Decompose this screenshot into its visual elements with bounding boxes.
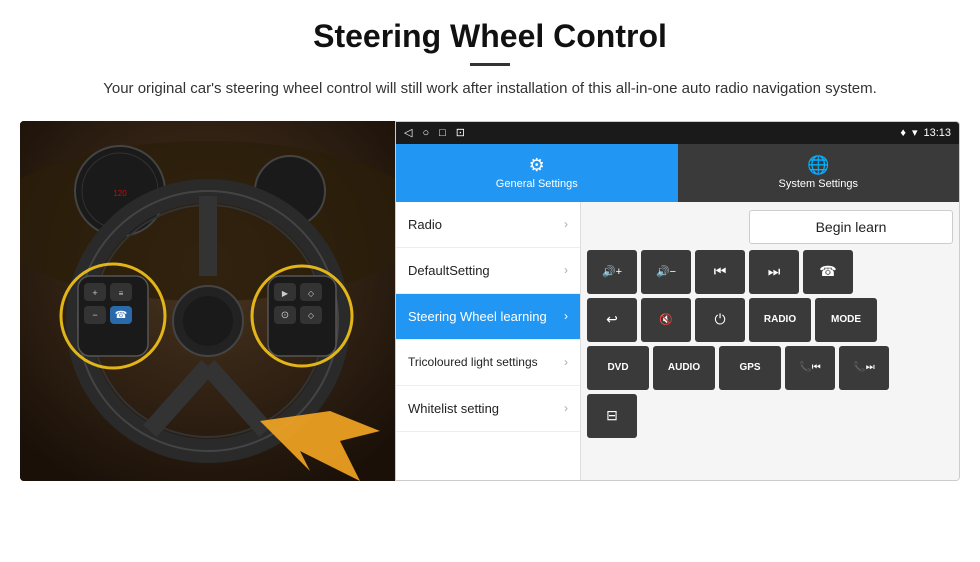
header-section: Steering Wheel Control Your original car… bbox=[0, 0, 980, 111]
prev-track-icon: ⏮ bbox=[714, 263, 727, 280]
globe-icon: 🌐 bbox=[807, 155, 829, 176]
begin-learn-row: Begin learn bbox=[587, 208, 953, 246]
vol-up-button[interactable]: 🔊+ bbox=[587, 250, 637, 294]
gps-label: GPS bbox=[739, 362, 760, 373]
wifi-icon: ▾ bbox=[912, 126, 918, 139]
tab-general-label: General Settings bbox=[496, 178, 578, 190]
menu-list: Radio › DefaultSetting › Steering Wheel … bbox=[396, 202, 581, 480]
menu-item-default-label: DefaultSetting bbox=[408, 263, 490, 278]
next-track-icon: ⏭ bbox=[768, 263, 781, 280]
gear-icon: ⚙ bbox=[529, 155, 545, 176]
tab-general[interactable]: ⚙ General Settings bbox=[396, 144, 678, 202]
svg-text:≡: ≡ bbox=[119, 289, 124, 298]
hook-button[interactable]: ↩ bbox=[587, 298, 637, 342]
svg-text:120: 120 bbox=[113, 189, 127, 198]
svg-text:+: + bbox=[92, 288, 97, 298]
menu-item-tricoloured-label: Tricoloured light settings bbox=[408, 355, 538, 369]
chevron-icon: › bbox=[564, 309, 568, 323]
mode-label: MODE bbox=[831, 314, 861, 325]
ctrl-row-2: ↩ 🔇 ⏻ RADIO MODE bbox=[587, 298, 953, 342]
menu-item-steering-label: Steering Wheel learning bbox=[408, 309, 547, 324]
power-button[interactable]: ⏻ bbox=[695, 298, 745, 342]
svg-text:◇: ◇ bbox=[308, 311, 315, 320]
menu-item-whitelist[interactable]: Whitelist setting › bbox=[396, 386, 580, 432]
mode-button[interactable]: MODE bbox=[815, 298, 877, 342]
phone-prev-icon: 📞⏮ bbox=[799, 362, 820, 373]
title-divider bbox=[470, 63, 510, 66]
recents-icon[interactable]: □ bbox=[439, 127, 446, 139]
gps-button[interactable]: GPS bbox=[719, 346, 781, 390]
phone-prev-button[interactable]: 📞⏮ bbox=[785, 346, 835, 390]
vol-up-icon: 🔊+ bbox=[602, 265, 622, 278]
radio-button[interactable]: RADIO bbox=[749, 298, 811, 342]
scan-icon: ⊟ bbox=[606, 407, 618, 424]
audio-label: AUDIO bbox=[668, 362, 700, 373]
scan-button[interactable]: ⊟ bbox=[587, 394, 637, 438]
nav-icons: ◁ ○ □ ⊡ bbox=[404, 126, 465, 139]
page-title: Steering Wheel Control bbox=[40, 18, 940, 55]
next-track-button[interactable]: ⏭ bbox=[749, 250, 799, 294]
mute-icon: 🔇 bbox=[659, 313, 673, 326]
menu-item-radio[interactable]: Radio › bbox=[396, 202, 580, 248]
hook-icon: ↩ bbox=[606, 311, 618, 328]
svg-text:⊙: ⊙ bbox=[281, 310, 289, 321]
vol-down-button[interactable]: 🔊− bbox=[641, 250, 691, 294]
ctrl-row-4: ⊟ bbox=[587, 394, 953, 438]
phone-button[interactable]: ☎ bbox=[803, 250, 853, 294]
menu-icon[interactable]: ⊡ bbox=[456, 126, 465, 139]
mute-button[interactable]: 🔇 bbox=[641, 298, 691, 342]
time-display: 13:13 bbox=[923, 127, 951, 139]
android-panel: ◁ ○ □ ⊡ ♦ ▾ 13:13 ⚙ General Settings bbox=[395, 121, 960, 481]
page-wrapper: Steering Wheel Control Your original car… bbox=[0, 0, 980, 481]
back-icon[interactable]: ◁ bbox=[404, 126, 412, 139]
vol-down-icon: 🔊− bbox=[656, 265, 676, 278]
phone-next-icon: 📞⏭ bbox=[853, 362, 874, 373]
menu-item-tricoloured[interactable]: Tricoloured light settings › bbox=[396, 340, 580, 386]
phone-icon: ☎ bbox=[819, 263, 836, 280]
ctrl-row-1: 🔊+ 🔊− ⏮ ⏭ ☎ bbox=[587, 250, 953, 294]
settings-tabs: ⚙ General Settings 🌐 System Settings bbox=[396, 144, 959, 202]
prev-track-button[interactable]: ⏮ bbox=[695, 250, 745, 294]
ctrl-row-3: DVD AUDIO GPS 📞⏮ 📞⏭ bbox=[587, 346, 953, 390]
spacer bbox=[587, 208, 745, 246]
svg-text:☎: ☎ bbox=[115, 310, 127, 321]
content-area: 120 + ≡ − bbox=[20, 121, 960, 481]
status-bar: ◁ ○ □ ⊡ ♦ ▾ 13:13 bbox=[396, 122, 959, 144]
button-area: Begin learn 🔊+ 🔊− ⏮ bbox=[581, 202, 959, 480]
menu-item-whitelist-label: Whitelist setting bbox=[408, 401, 499, 416]
tab-system-label: System Settings bbox=[779, 178, 858, 190]
menu-item-default[interactable]: DefaultSetting › bbox=[396, 248, 580, 294]
audio-button[interactable]: AUDIO bbox=[653, 346, 715, 390]
power-icon: ⏻ bbox=[714, 311, 725, 328]
svg-text:−: − bbox=[92, 310, 97, 320]
main-area: Radio › DefaultSetting › Steering Wheel … bbox=[396, 202, 959, 480]
tab-system[interactable]: 🌐 System Settings bbox=[678, 144, 960, 202]
chevron-icon: › bbox=[564, 217, 568, 231]
home-icon[interactable]: ○ bbox=[422, 127, 429, 139]
menu-item-radio-label: Radio bbox=[408, 217, 442, 232]
radio-label: RADIO bbox=[764, 314, 796, 325]
status-right: ♦ ▾ 13:13 bbox=[900, 126, 951, 139]
steering-wheel-image: 120 + ≡ − bbox=[20, 121, 395, 481]
menu-item-steering[interactable]: Steering Wheel learning › bbox=[396, 294, 580, 340]
header-subtitle: Your original car's steering wheel contr… bbox=[40, 78, 940, 101]
chevron-icon: › bbox=[564, 401, 568, 415]
begin-learn-button[interactable]: Begin learn bbox=[749, 210, 953, 244]
phone-next-button[interactable]: 📞⏭ bbox=[839, 346, 889, 390]
dvd-button[interactable]: DVD bbox=[587, 346, 649, 390]
chevron-icon: › bbox=[564, 355, 568, 369]
location-icon: ♦ bbox=[900, 127, 906, 139]
svg-text:▶: ▶ bbox=[282, 289, 289, 298]
dvd-label: DVD bbox=[607, 362, 628, 373]
svg-text:◇: ◇ bbox=[308, 289, 315, 298]
chevron-icon: › bbox=[564, 263, 568, 277]
